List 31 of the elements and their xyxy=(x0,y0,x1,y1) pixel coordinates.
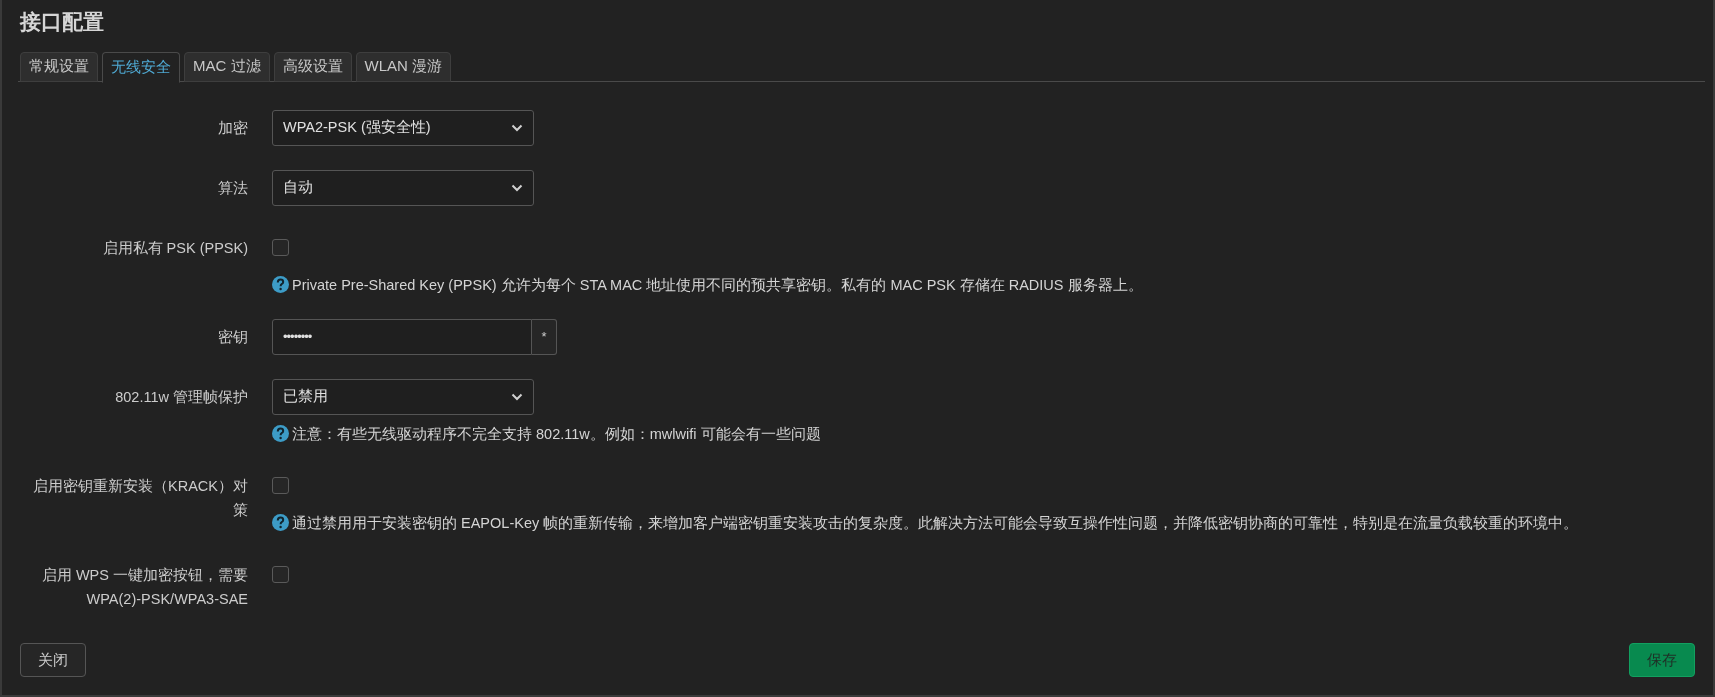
help-icon xyxy=(272,424,289,442)
select-dropdown[interactable]: WPA2-PSK (强安全性) xyxy=(272,109,534,146)
checkbox[interactable] xyxy=(272,477,289,494)
tab[interactable]: MAC 过滤 xyxy=(184,51,270,82)
field-label: 启用 WPS 一键加密按钮，需要 WPA(2)-PSK/WPA3-SAE xyxy=(40,565,248,609)
field-label: 加密 xyxy=(217,118,248,138)
chevron-down-icon xyxy=(511,123,523,132)
select-dropdown[interactable]: 自动 xyxy=(272,169,534,206)
help-text: 注意：有些无线驱动程序不完全支持 802.11w。例如：mwlwifi 可能会有一些问题 xyxy=(292,424,821,444)
checkbox[interactable] xyxy=(272,239,289,256)
field-label: 802.11w 管理帧保护 xyxy=(114,387,248,407)
help-text: 通过禁用用于安装密钥的 EAPOL-Key 帧的重新传输，来增加客户端密钥重安装攻击的复杂度。此解决方法可能会导致互操作性问题，并降低密钥协商的可靠性，特别是在流量负载较重的环境中。 xyxy=(292,513,1579,533)
dialog-title: 接口配置 xyxy=(20,10,104,33)
help-icon xyxy=(272,513,289,531)
checkbox[interactable] xyxy=(272,566,289,583)
password-field[interactable]: •••••••• xyxy=(272,318,532,355)
help-text: Private Pre-Shared Key (PPSK) 允许为每个 STA MAC 地址使用不同的预共享密钥。私有的 MAC PSK 存储在 RADIUS 服务器上。 xyxy=(292,275,1143,295)
field-label: 启用密钥重新安装（KRACK）对策 xyxy=(32,476,248,520)
tab[interactable]: 常规设置 xyxy=(20,51,98,82)
tab[interactable]: WLAN 漫游 xyxy=(355,51,451,82)
select-dropdown[interactable]: 已禁用 xyxy=(272,378,534,415)
field-label: 启用私有 PSK (PPSK) xyxy=(101,238,248,258)
tab[interactable]: 高级设置 xyxy=(273,51,352,82)
tab[interactable]: 无线安全 xyxy=(102,51,180,83)
reveal-password-button[interactable]: * xyxy=(532,318,557,355)
field-label: 算法 xyxy=(217,178,248,198)
close-button[interactable]: 关闭 xyxy=(20,643,86,677)
chevron-down-icon xyxy=(511,183,523,192)
help-icon xyxy=(272,275,289,293)
field-label: 密钥 xyxy=(217,327,248,347)
chevron-down-icon xyxy=(511,392,523,401)
